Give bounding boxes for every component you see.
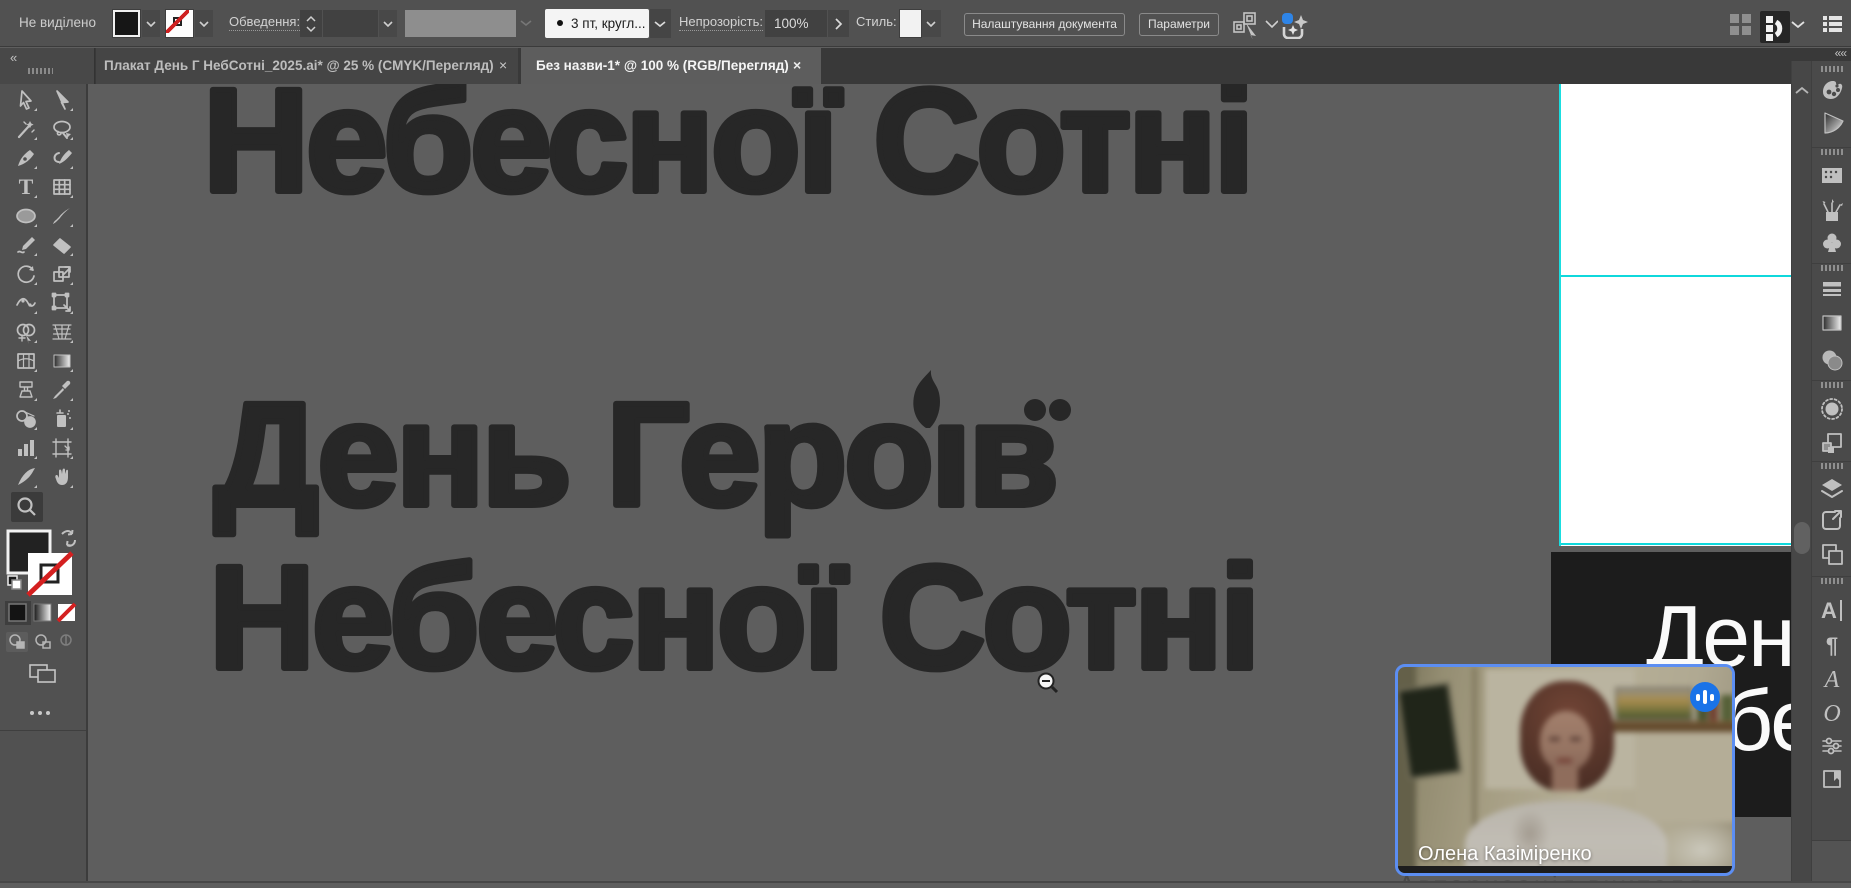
svg-text:A: A <box>1823 667 1840 693</box>
svg-text:Небесної Сотні: Небесної Сотні <box>209 536 1257 700</box>
svg-text:O: O <box>1823 701 1840 727</box>
svg-text:A: A <box>1821 598 1837 623</box>
svg-text:Небесної Сотні: Небесної Сотні <box>203 84 1251 223</box>
svg-text:¶: ¶ <box>1826 633 1838 658</box>
svg-text:T: T <box>19 174 34 199</box>
